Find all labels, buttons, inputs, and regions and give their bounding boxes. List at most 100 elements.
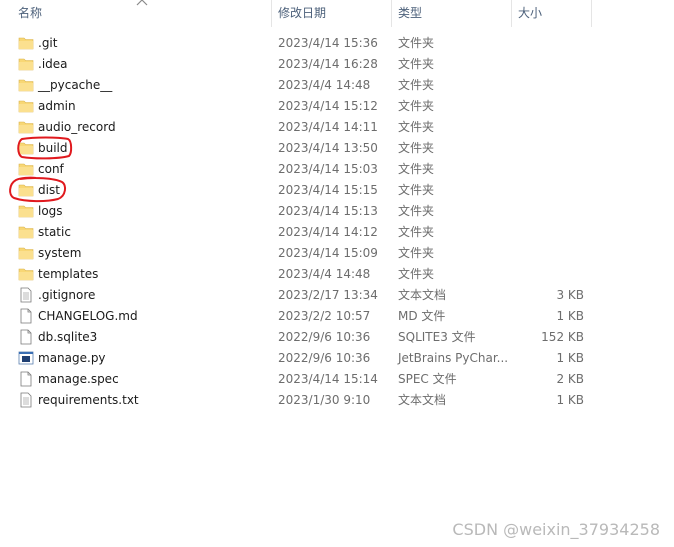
file-type: 文件夹 bbox=[398, 78, 435, 92]
file-name: build bbox=[38, 141, 68, 155]
file-type: 文件夹 bbox=[398, 267, 435, 281]
file-size: 2 KB bbox=[556, 372, 584, 386]
column-header-size[interactable]: 大小 bbox=[512, 0, 590, 27]
file-size: 3 KB bbox=[556, 288, 584, 302]
file-row[interactable]: dist 2023/4/14 15:15 文件夹 bbox=[0, 180, 600, 201]
file-row[interactable]: .git 2023/4/14 15:36 文件夹 bbox=[0, 33, 600, 54]
file-name: audio_record bbox=[38, 120, 116, 134]
file-type: 文件夹 bbox=[398, 183, 435, 197]
file-name: conf bbox=[38, 162, 64, 176]
file-type: SPEC 文件 bbox=[398, 372, 457, 386]
file-type: 文本文档 bbox=[398, 393, 447, 407]
file-type: 文件夹 bbox=[398, 246, 435, 260]
file-type: 文件夹 bbox=[398, 99, 435, 113]
file-name: templates bbox=[38, 267, 99, 281]
file-modified: 2023/4/14 13:50 bbox=[278, 141, 378, 155]
file-modified: 2023/4/14 15:09 bbox=[278, 246, 378, 260]
file-size: 1 KB bbox=[556, 393, 584, 407]
file-row[interactable]: __pycache__ 2023/4/4 14:48 文件夹 bbox=[0, 75, 600, 96]
file-row[interactable]: CHANGELOG.md 2023/2/2 10:57 MD 文件 1 KB bbox=[0, 306, 600, 327]
file-modified: 2023/2/2 10:57 bbox=[278, 309, 371, 323]
file-icon bbox=[18, 308, 34, 324]
folder-icon bbox=[18, 182, 34, 198]
file-modified: 2023/4/14 14:11 bbox=[278, 120, 378, 134]
folder-icon bbox=[18, 98, 34, 114]
column-header: 名称 修改日期 类型 大小 bbox=[0, 0, 674, 27]
file-name: .git bbox=[38, 36, 58, 50]
file-row[interactable]: build 2023/4/14 13:50 文件夹 bbox=[0, 138, 600, 159]
file-row[interactable]: .idea 2023/4/14 16:28 文件夹 bbox=[0, 54, 600, 75]
file-size: 1 KB bbox=[556, 309, 584, 323]
folder-icon bbox=[18, 140, 34, 156]
file-name: system bbox=[38, 246, 82, 260]
file-name: manage.spec bbox=[38, 372, 119, 386]
column-divider[interactable] bbox=[591, 0, 592, 27]
file-row[interactable]: logs 2023/4/14 15:13 文件夹 bbox=[0, 201, 600, 222]
file-row[interactable]: audio_record 2023/4/14 14:11 文件夹 bbox=[0, 117, 600, 138]
file-type: 文件夹 bbox=[398, 162, 435, 176]
file-row[interactable]: manage.spec 2023/4/14 15:14 SPEC 文件 2 KB bbox=[0, 369, 600, 390]
file-type: JetBrains PyChar... bbox=[398, 351, 509, 365]
file-name: admin bbox=[38, 99, 76, 113]
file-row[interactable]: templates 2023/4/4 14:48 文件夹 bbox=[0, 264, 600, 285]
file-size: 152 KB bbox=[541, 330, 584, 344]
file-modified: 2023/4/14 15:15 bbox=[278, 183, 378, 197]
watermark: CSDN @weixin_37934258 bbox=[452, 520, 660, 539]
file-name: static bbox=[38, 225, 71, 239]
file-row[interactable]: db.sqlite3 2022/9/6 10:36 SQLITE3 文件 152 KB bbox=[0, 327, 600, 348]
file-type: 文件夹 bbox=[398, 141, 435, 155]
file-modified: 2023/2/17 13:34 bbox=[278, 288, 378, 302]
column-header-modified[interactable]: 修改日期 bbox=[272, 0, 390, 27]
file-modified: 2023/4/14 16:28 bbox=[278, 57, 378, 71]
folder-icon bbox=[18, 203, 34, 219]
file-name: .idea bbox=[38, 57, 68, 71]
folder-icon bbox=[18, 161, 34, 177]
file-modified: 2023/4/14 15:03 bbox=[278, 162, 378, 176]
folder-icon bbox=[18, 35, 34, 51]
file-type: SQLITE3 文件 bbox=[398, 330, 476, 344]
file-name: logs bbox=[38, 204, 63, 218]
file-modified: 2023/1/30 9:10 bbox=[278, 393, 371, 407]
file-row[interactable]: conf 2023/4/14 15:03 文件夹 bbox=[0, 159, 600, 180]
file-modified: 2023/4/14 15:14 bbox=[278, 372, 378, 386]
folder-icon bbox=[18, 56, 34, 72]
python-file-icon bbox=[18, 350, 34, 366]
sort-ascending-icon bbox=[136, 0, 148, 6]
file-size: 1 KB bbox=[556, 351, 584, 365]
file-row[interactable]: system 2023/4/14 15:09 文件夹 bbox=[0, 243, 600, 264]
file-modified: 2023/4/14 15:12 bbox=[278, 99, 378, 113]
text-document-icon bbox=[18, 287, 34, 303]
folder-icon bbox=[18, 224, 34, 240]
file-name: __pycache__ bbox=[38, 78, 113, 92]
file-type: 文本文档 bbox=[398, 288, 447, 302]
file-name: requirements.txt bbox=[38, 393, 139, 407]
file-icon bbox=[18, 329, 34, 345]
file-row[interactable]: .gitignore 2023/2/17 13:34 文本文档 3 KB bbox=[0, 285, 600, 306]
text-document-icon bbox=[18, 392, 34, 408]
column-header-type[interactable]: 类型 bbox=[392, 0, 510, 27]
file-icon bbox=[18, 371, 34, 387]
file-modified: 2023/4/14 15:13 bbox=[278, 204, 378, 218]
file-modified: 2022/9/6 10:36 bbox=[278, 330, 371, 344]
file-row[interactable]: static 2023/4/14 14:12 文件夹 bbox=[0, 222, 600, 243]
file-row[interactable]: requirements.txt 2023/1/30 9:10 文本文档 1 KB bbox=[0, 390, 600, 411]
file-row[interactable]: manage.py 2022/9/6 10:36 JetBrains PyChar.… bbox=[0, 348, 600, 369]
file-type: 文件夹 bbox=[398, 204, 435, 218]
file-type: 文件夹 bbox=[398, 120, 435, 134]
file-name: CHANGELOG.md bbox=[38, 309, 138, 323]
file-name: .gitignore bbox=[38, 288, 96, 302]
folder-icon bbox=[18, 266, 34, 282]
file-name: manage.py bbox=[38, 351, 106, 365]
file-type: 文件夹 bbox=[398, 36, 435, 50]
folder-icon bbox=[18, 119, 34, 135]
file-type: MD 文件 bbox=[398, 309, 446, 323]
folder-icon bbox=[18, 245, 34, 261]
file-row[interactable]: admin 2023/4/14 15:12 文件夹 bbox=[0, 96, 600, 117]
folder-icon bbox=[18, 77, 34, 93]
file-type: 文件夹 bbox=[398, 57, 435, 71]
file-modified: 2022/9/6 10:36 bbox=[278, 351, 371, 365]
file-name: dist bbox=[38, 183, 60, 197]
file-modified: 2023/4/14 14:12 bbox=[278, 225, 378, 239]
file-type: 文件夹 bbox=[398, 225, 435, 239]
file-modified: 2023/4/4 14:48 bbox=[278, 78, 371, 92]
